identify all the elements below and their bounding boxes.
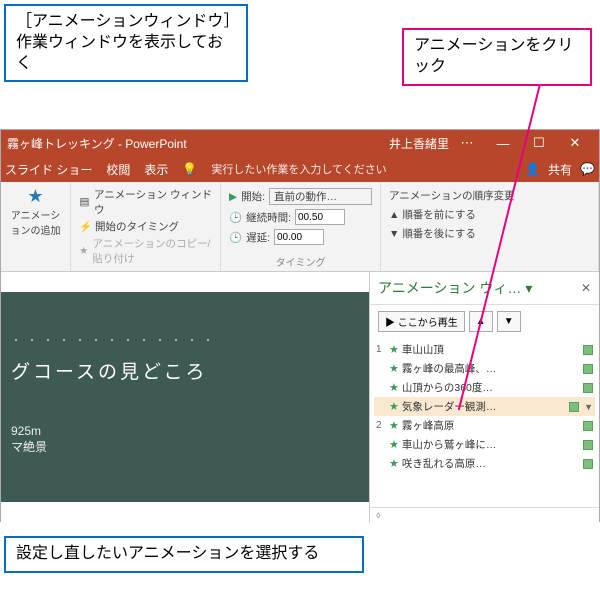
play-icon: ▶ — [229, 191, 237, 203]
tab-slideshow[interactable]: スライド ショー — [5, 161, 92, 178]
slide-dots: ・・・・・・・・・・・・・ — [11, 332, 349, 347]
close-icon[interactable]: ✕ — [557, 135, 593, 151]
tab-review[interactable]: 校閲 — [106, 161, 130, 178]
slide-title: グコースの見どころ — [11, 357, 349, 384]
comments-icon[interactable]: 💬 — [580, 162, 595, 176]
star-icon: ★ — [389, 362, 399, 375]
anim-item[interactable]: 2★霧ヶ峰高原 — [374, 416, 595, 435]
callout-click-anim: アニメーションをクリック — [402, 28, 592, 86]
anim-seq: 1 — [376, 344, 386, 355]
share-button[interactable]: 共有 — [548, 161, 572, 178]
anim-pane-button[interactable]: ▤アニメーション ウィンドウ — [79, 187, 212, 217]
move-earlier-button[interactable]: ▲ 順番を前にする — [389, 207, 590, 222]
anim-seq: 2 — [376, 420, 386, 431]
pane-close-icon[interactable]: ✕ — [581, 281, 591, 295]
anim-pane-title: アニメーション ウィ… — [378, 278, 521, 298]
delay-icon: 🕒 — [229, 231, 242, 244]
anim-text: 霧ヶ峰高原 — [402, 418, 580, 433]
callout-select-anim: 設定し直したいアニメーションを選択する — [4, 536, 364, 573]
anim-item[interactable]: 1★車山山頂 — [374, 340, 595, 359]
reorder-label: アニメーションの順序変更 — [389, 188, 590, 203]
tab-view[interactable]: 表示 — [144, 161, 168, 178]
tell-me[interactable]: 実行したい作業を入力してください — [211, 161, 386, 177]
anim-bar — [583, 421, 593, 431]
painter-icon: ★ — [79, 245, 88, 257]
move-later-button[interactable]: ▼ 順番を後にする — [389, 226, 590, 241]
anim-bar — [583, 383, 593, 393]
star-icon: ★ — [389, 343, 399, 356]
anim-text: 気象レーダー観測… — [402, 399, 566, 414]
titlebar: 霧ヶ峰トレッキング - PowerPoint 井上香緒里 ⋯ — ☐ ✕ — [1, 130, 599, 156]
chevron-down-icon[interactable]: ▼ — [584, 402, 593, 412]
anim-item[interactable]: ★気象レーダー観測… ▼ — [374, 397, 595, 416]
slide-sub1: 925m — [11, 424, 349, 438]
slide-sub2: マ絶景 — [11, 438, 349, 455]
play-small-icon: ▶ — [385, 318, 398, 329]
anim-item[interactable]: ★車山から鷲ヶ峰に… — [374, 435, 595, 454]
start-label: 開始: — [241, 189, 265, 204]
ribbon-tabs: スライド ショー 校閲 表示 💡 実行したい作業を入力してください 👤 共有 💬 — [1, 156, 599, 182]
doc-title: 霧ヶ峰トレッキング - PowerPoint — [7, 135, 187, 152]
anim-text: 車山山頂 — [402, 342, 580, 357]
ribbon: ★ アニメーションの追加 ▤アニメーション ウィンドウ ⚡開始のタイミング ★ア… — [1, 182, 599, 272]
duration-label: 継続時間: — [246, 210, 291, 225]
add-animation-label: アニメーションの追加 — [9, 207, 62, 237]
anim-bar — [569, 402, 579, 412]
anim-bar — [583, 345, 593, 355]
clock-icon: 🕒 — [229, 211, 242, 224]
user-name: 井上香緒里 — [389, 135, 449, 152]
anim-text: 霧ヶ峰の最高峰、… — [402, 361, 580, 376]
pane-dropdown-icon[interactable]: ▾ — [525, 280, 532, 297]
play-from-button[interactable]: ▶ ここから再生 — [378, 311, 465, 332]
anim-text: 咲き乱れる高原… — [402, 456, 580, 471]
anim-item[interactable]: ★霧ヶ峰の最高峰、… — [374, 359, 595, 378]
pane-icon: ▤ — [79, 196, 90, 208]
start-value[interactable]: 直前の動作… — [269, 188, 372, 205]
grp-timing-title: タイミング — [229, 252, 372, 269]
anim-list: 1★車山山頂★霧ヶ峰の最高峰、…★山頂からの360度…★気象レーダー観測…▼2★… — [370, 338, 599, 507]
share-icon: 👤 — [525, 162, 540, 176]
delay-input[interactable] — [274, 229, 324, 245]
duration-input[interactable] — [295, 209, 345, 225]
move-down-button[interactable]: ▼ — [497, 311, 521, 332]
anim-bar — [583, 459, 593, 469]
add-animation-icon[interactable]: ★ — [9, 186, 62, 207]
minimize-icon[interactable]: — — [485, 136, 521, 151]
callout-show-pane: ［アニメーションウィンドウ］作業ウィンドウを表示しておく — [4, 4, 248, 82]
pane-footer: ⬨ — [370, 507, 599, 523]
slide-canvas[interactable]: ・・・・・・・・・・・・・ グコースの見どころ 925m マ絶景 — [1, 272, 369, 523]
star-icon: ★ — [389, 381, 399, 394]
anim-bar — [583, 364, 593, 374]
anim-text: 車山から鷲ヶ峰に… — [402, 437, 580, 452]
anim-painter-button: ★アニメーションのコピー/貼り付け — [79, 236, 212, 266]
win-menu-icon[interactable]: ⋯ — [449, 135, 485, 151]
delay-label: 遅延: — [246, 230, 270, 245]
up-icon: ▲ — [389, 209, 402, 221]
anim-text: 山頂からの360度… — [402, 380, 580, 395]
down-icon: ▼ — [389, 228, 402, 240]
trigger-button[interactable]: ⚡開始のタイミング — [79, 219, 212, 234]
star-icon: ★ — [389, 400, 399, 413]
anim-bar — [583, 440, 593, 450]
star-icon: ★ — [389, 419, 399, 432]
powerpoint-window: 霧ヶ峰トレッキング - PowerPoint 井上香緒里 ⋯ — ☐ ✕ スライ… — [0, 129, 600, 522]
star-icon: ★ — [389, 457, 399, 470]
lightbulb-icon: 💡 — [182, 162, 197, 176]
anim-item[interactable]: ★咲き乱れる高原… — [374, 454, 595, 473]
trigger-icon: ⚡ — [79, 220, 91, 233]
star-icon: ★ — [389, 438, 399, 451]
anim-item[interactable]: ★山頂からの360度… — [374, 378, 595, 397]
